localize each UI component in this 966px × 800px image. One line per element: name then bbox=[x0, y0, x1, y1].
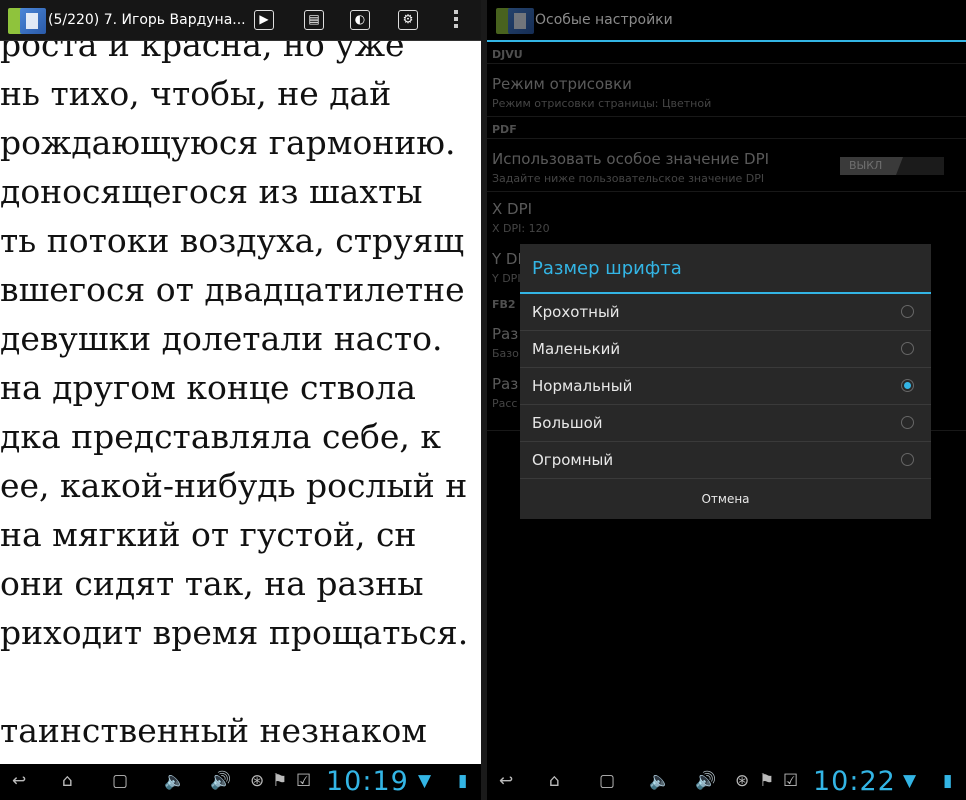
text-line: риходит время прощаться. bbox=[0, 613, 469, 652]
settings-action-bar: Особые настройки bbox=[487, 0, 966, 42]
volume-down-icon[interactable]: 🔈 bbox=[164, 771, 185, 791]
font-size-option[interactable]: Большой bbox=[520, 405, 931, 442]
reader-action-bar: (5/220) 7. Игорь Вардуна... ▶ ▤ ◐ ⚙ bbox=[0, 0, 481, 41]
radio-button[interactable] bbox=[901, 453, 914, 466]
text-line: ее, какой-нибудь рослый н bbox=[0, 466, 468, 505]
volume-up-icon[interactable]: 🔊 bbox=[695, 771, 716, 791]
option-label: Огромный bbox=[532, 451, 614, 469]
text-line: таинственный незнаком bbox=[0, 711, 427, 750]
system-navbar: ↩ ⌂ ▢ 🔈 🔊 ⊛ ⚑ ☑ 10:22 ▼ ▮ bbox=[487, 764, 966, 800]
radio-button[interactable] bbox=[901, 416, 914, 429]
checklist-icon: ☑ bbox=[783, 771, 799, 791]
recent-apps-icon[interactable]: ▢ bbox=[112, 771, 128, 791]
option-label: Крохотный bbox=[532, 303, 620, 321]
reader-panel: роста и красна, но уже нь тихо, чтобы, н… bbox=[0, 0, 481, 800]
page-mode-icon[interactable]: ▤ bbox=[304, 10, 324, 30]
system-navbar: ↩ ⌂ ▢ 🔈 🔊 ⊛ ⚑ ☑ 10:19 ▼ ▮ bbox=[0, 764, 481, 800]
app-logo-icon[interactable] bbox=[496, 8, 534, 34]
text-line: нь тихо, чтобы, не дай bbox=[0, 74, 392, 113]
back-icon[interactable]: ↩ bbox=[499, 771, 513, 791]
brightness-icon[interactable]: ◐ bbox=[350, 10, 370, 30]
android-debug-icon: ⚑ bbox=[759, 771, 775, 791]
dialog-title: Размер шрифта bbox=[532, 258, 682, 279]
radio-button[interactable] bbox=[901, 342, 914, 355]
volume-down-icon[interactable]: 🔈 bbox=[649, 771, 670, 791]
battery-icon: ▮ bbox=[943, 771, 953, 791]
text-line: на мягкий от густой, сн bbox=[0, 515, 417, 554]
home-icon[interactable]: ⌂ bbox=[62, 771, 73, 791]
wifi-icon: ▼ bbox=[903, 771, 917, 791]
text-line: доносящегося из шахты bbox=[0, 172, 423, 211]
font-size-option[interactable]: Нормальный bbox=[520, 368, 931, 405]
font-size-option[interactable]: Маленький bbox=[520, 331, 931, 368]
text-line: на другом конце ствола bbox=[0, 368, 416, 407]
radio-button-selected[interactable] bbox=[901, 379, 914, 392]
back-icon[interactable]: ↩ bbox=[12, 771, 26, 791]
option-label: Нормальный bbox=[532, 377, 633, 395]
option-label: Большой bbox=[532, 414, 603, 432]
wifi-icon: ▼ bbox=[418, 771, 432, 791]
usb-icon: ⊛ bbox=[735, 771, 750, 791]
recent-apps-icon[interactable]: ▢ bbox=[599, 771, 615, 791]
battery-icon: ▮ bbox=[458, 771, 468, 791]
page-title: Особые настройки bbox=[535, 12, 673, 28]
text-line bbox=[0, 657, 481, 706]
font-size-dialog: Размер шрифта Крохотный Маленький Нормал… bbox=[520, 244, 931, 519]
arrow-right-icon[interactable]: ▶ bbox=[254, 10, 274, 30]
text-line: рождающуюся гармонию. bbox=[0, 123, 456, 162]
checklist-icon: ☑ bbox=[296, 771, 312, 791]
clock: 10:19 bbox=[326, 766, 409, 797]
page-text[interactable]: роста и красна, но уже нь тихо, чтобы, н… bbox=[0, 20, 481, 800]
settings-panel: Особые настройки DJVU Режим отрисовки Ре… bbox=[487, 0, 966, 800]
text-line: они сидят так, на разны bbox=[0, 564, 424, 603]
font-size-option[interactable]: Огромный bbox=[520, 442, 931, 479]
settings-icon[interactable]: ⚙ bbox=[398, 10, 418, 30]
option-label: Маленький bbox=[532, 340, 621, 358]
text-line: девушки долетали насто. bbox=[0, 319, 443, 358]
volume-up-icon[interactable]: 🔊 bbox=[210, 771, 231, 791]
text-line: дка представляла себе, к bbox=[0, 417, 441, 456]
android-debug-icon: ⚑ bbox=[272, 771, 288, 791]
clock: 10:22 bbox=[813, 766, 896, 797]
text-line: ть потоки воздуха, струящ bbox=[0, 221, 465, 260]
overflow-menu-icon[interactable] bbox=[453, 10, 459, 32]
radio-button[interactable] bbox=[901, 305, 914, 318]
home-icon[interactable]: ⌂ bbox=[549, 771, 560, 791]
text-line: вшегося от двадцатилетне bbox=[0, 270, 465, 309]
usb-icon: ⊛ bbox=[250, 771, 265, 791]
book-title[interactable]: (5/220) 7. Игорь Вардуна... bbox=[48, 12, 246, 28]
cancel-button[interactable]: Отмена bbox=[520, 480, 931, 519]
font-size-option[interactable]: Крохотный bbox=[520, 294, 931, 331]
app-logo-icon[interactable] bbox=[8, 8, 46, 34]
